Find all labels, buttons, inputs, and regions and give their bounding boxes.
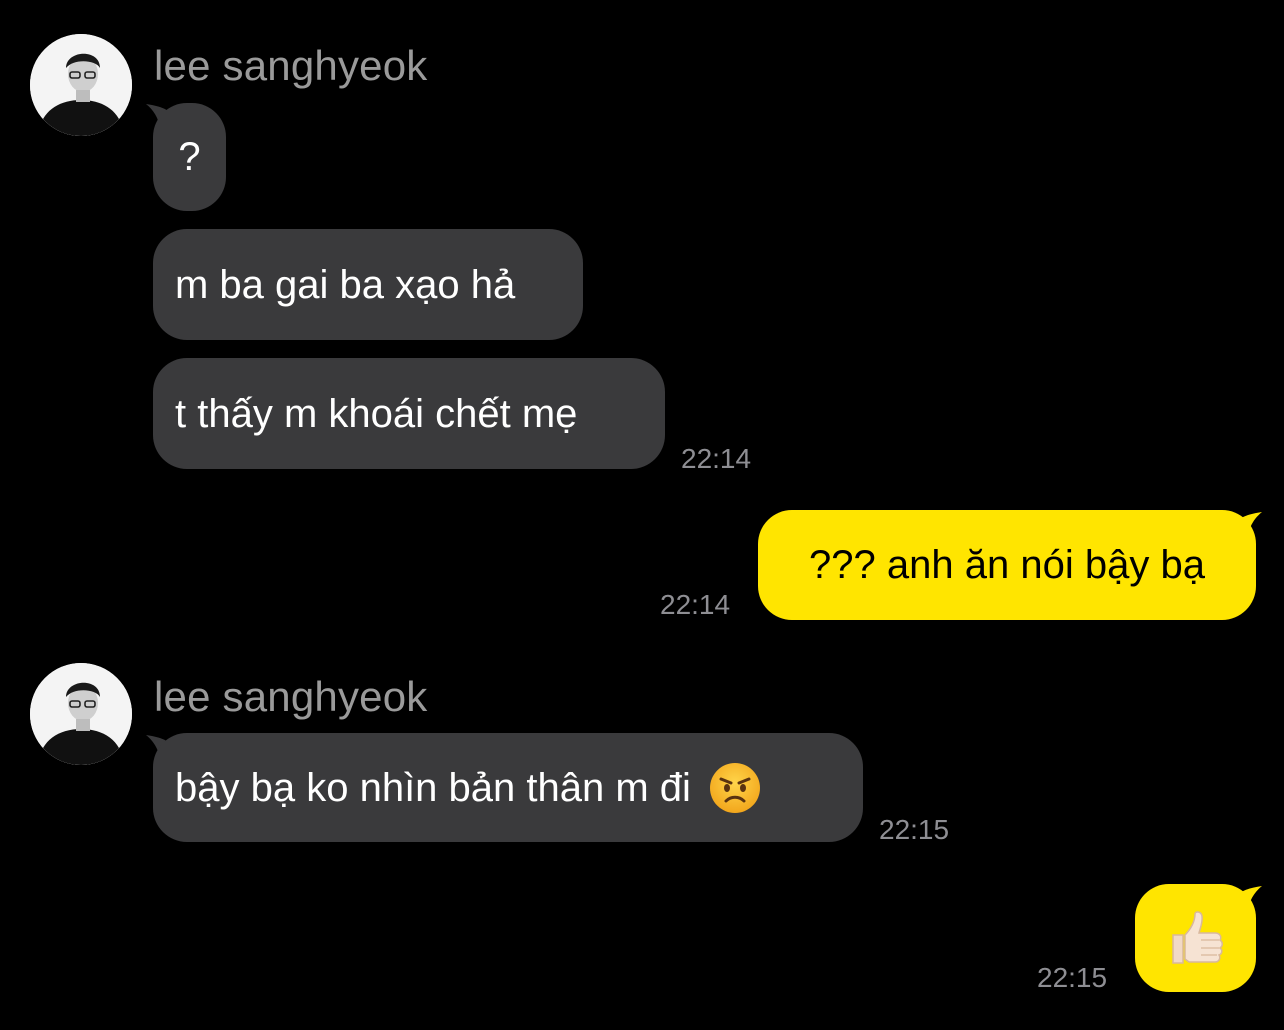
message-bubble[interactable]: ??? anh ăn nói bậy bạ — [758, 510, 1256, 620]
message-bubble[interactable]: t thấy m khoái chết mẹ — [153, 358, 665, 469]
message-text: m ba gai ba xạo hả — [175, 262, 516, 307]
message-timestamp: 22:14 — [681, 443, 752, 474]
profile-photo-avatar-icon — [30, 663, 132, 765]
message-text: ??? anh ăn nói bậy bạ — [809, 543, 1205, 587]
message-bubble[interactable] — [1135, 884, 1256, 992]
message-timestamp: 22:15 — [879, 814, 950, 845]
message-timestamp: 22:15 — [1037, 962, 1108, 993]
sender-name: lee sanghyeok — [154, 673, 428, 720]
message-bubble[interactable]: ? — [153, 103, 226, 211]
message-timestamp: 22:14 — [660, 589, 731, 620]
avatar[interactable] — [30, 34, 132, 136]
message-bubble[interactable]: m ba gai ba xạo hả — [153, 229, 583, 340]
message-text: bậy bạ ko nhìn bản thân m đi — [175, 765, 691, 810]
profile-photo-avatar-icon — [30, 34, 132, 136]
sender-name: lee sanghyeok — [154, 42, 428, 89]
avatar[interactable] — [30, 663, 132, 765]
message-text: ? — [178, 135, 201, 179]
thumbs-up-emoji-icon — [1171, 911, 1223, 964]
angry-face-emoji-icon — [709, 762, 760, 813]
message-text: t thấy m khoái chết mẹ — [175, 391, 578, 436]
message-bubble[interactable]: bậy bạ ko nhìn bản thân m đi — [153, 733, 863, 842]
